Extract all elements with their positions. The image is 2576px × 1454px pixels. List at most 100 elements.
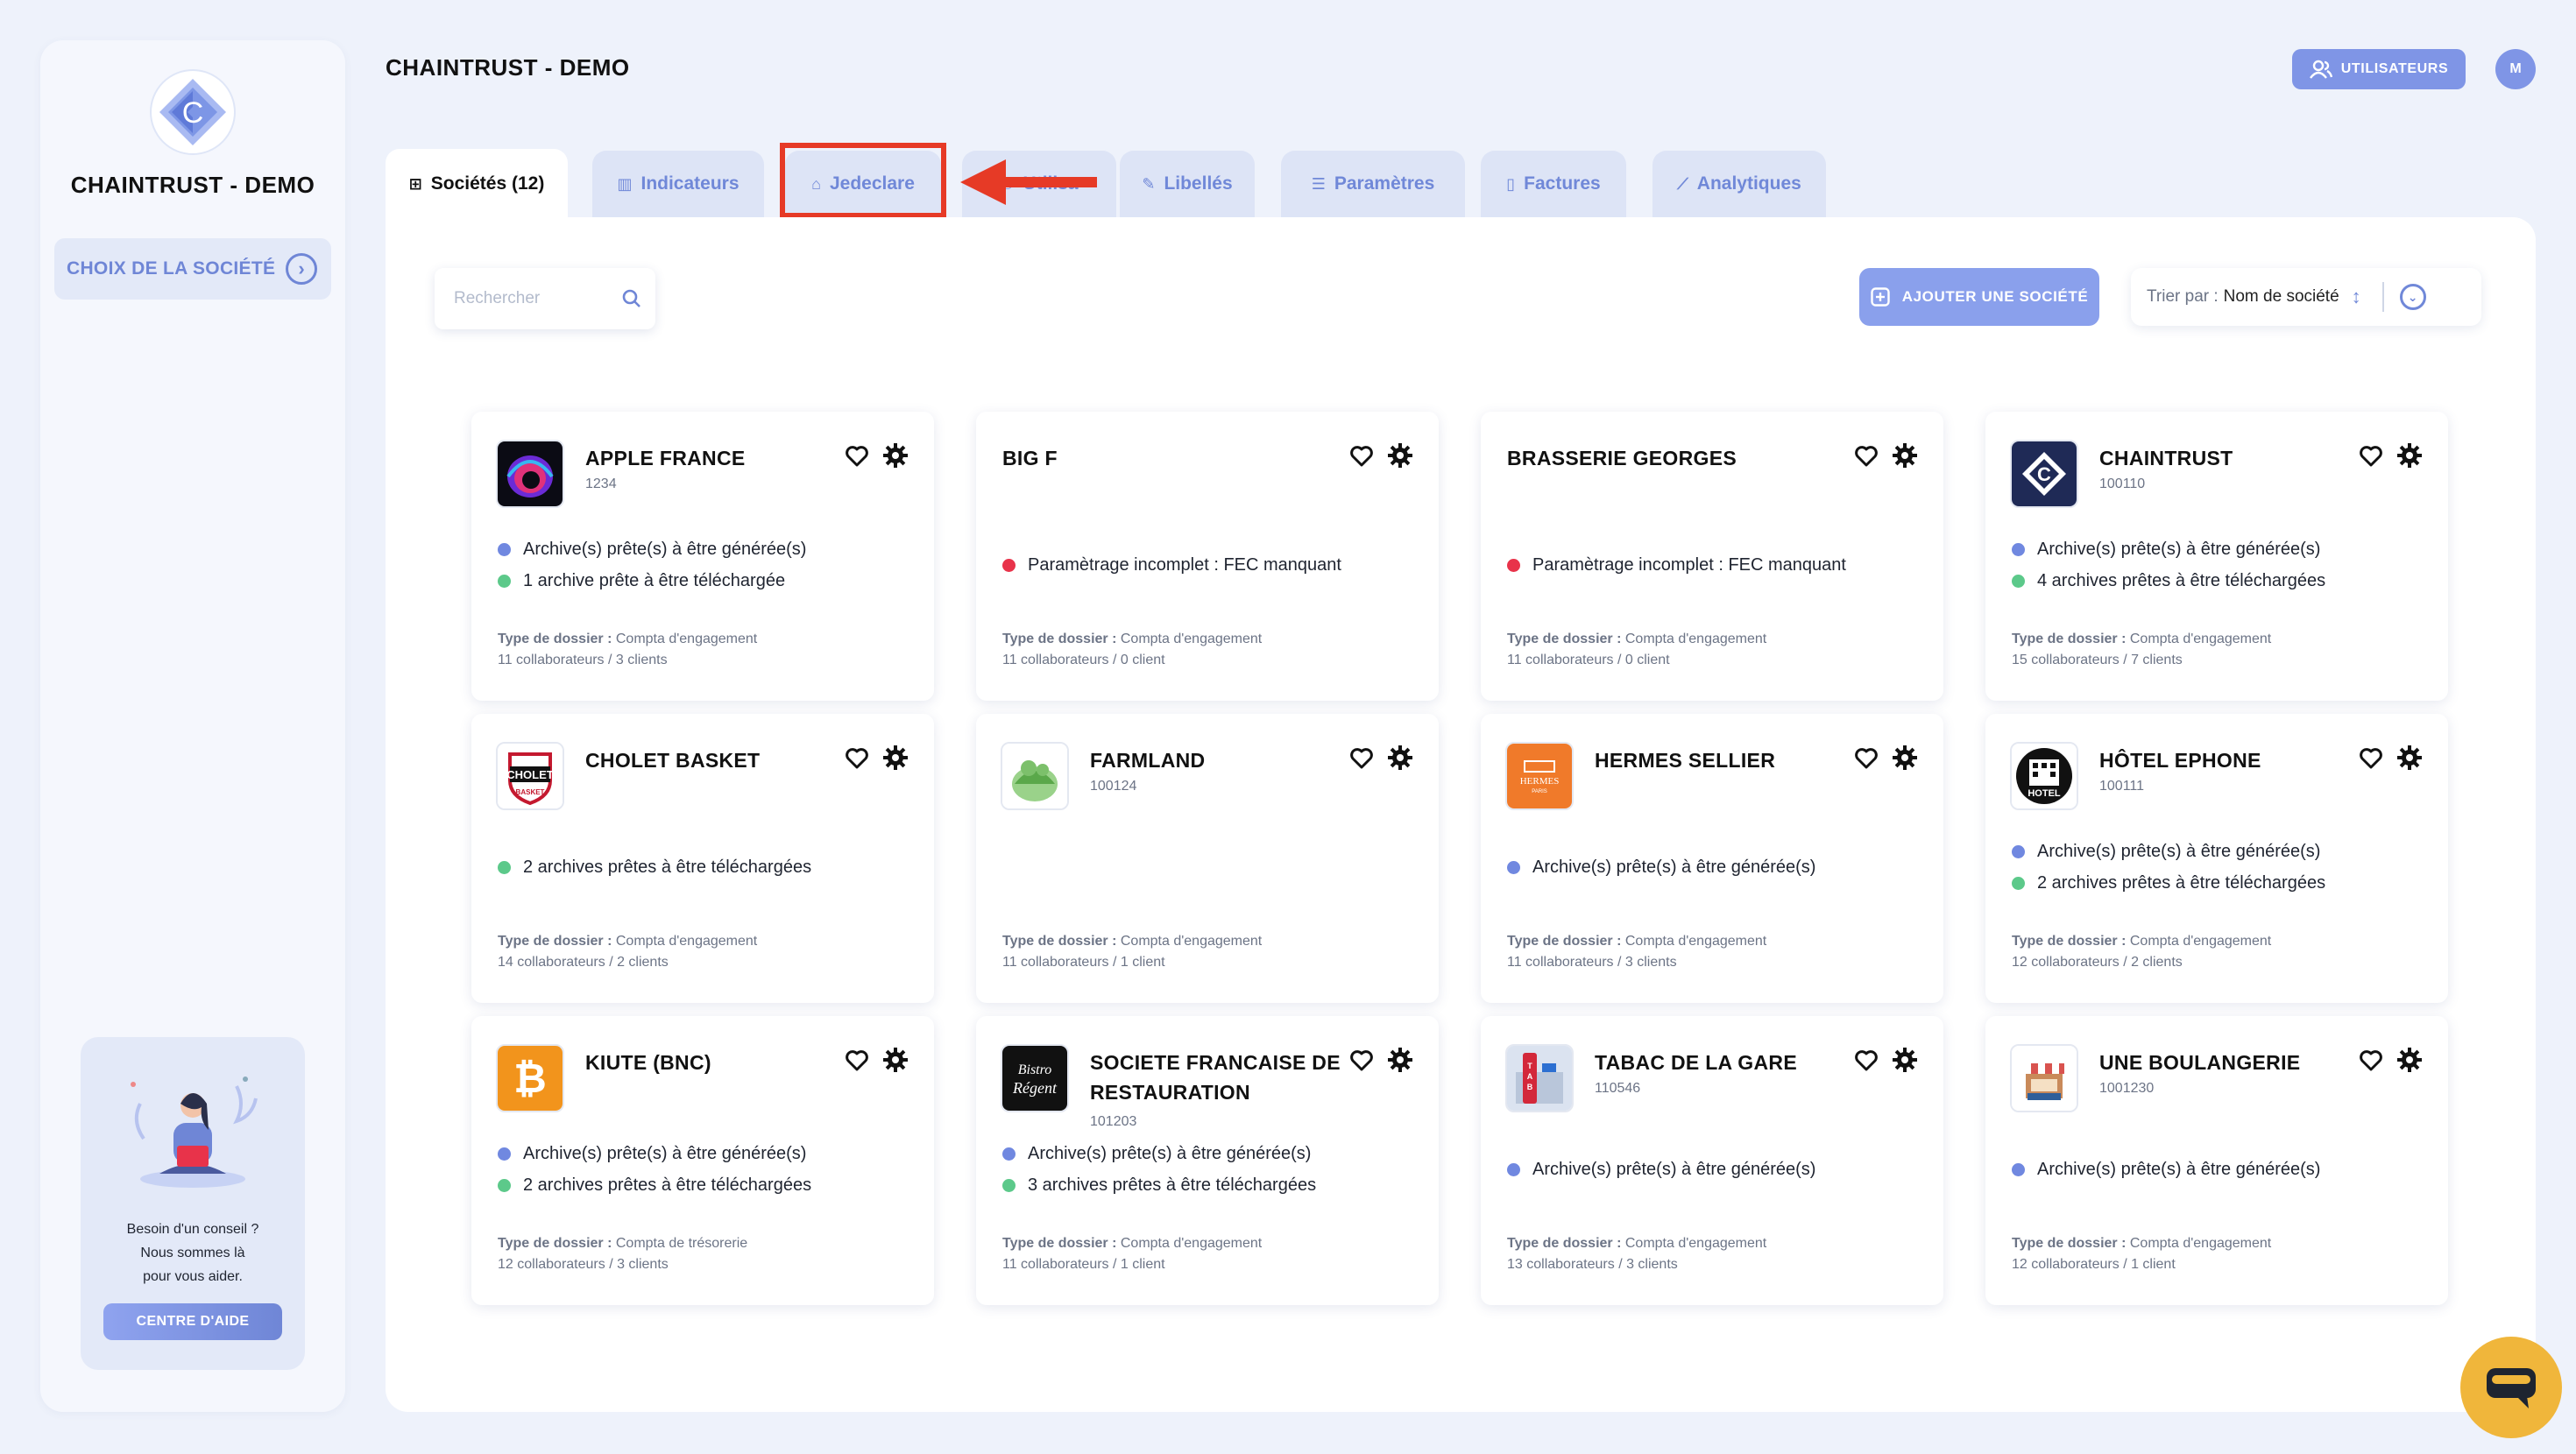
chevron-down-icon[interactable]: ⌄ bbox=[2399, 284, 2426, 310]
heart-icon[interactable] bbox=[1852, 744, 1880, 772]
tab-societes[interactable]: ⊞ Sociétés (12) bbox=[386, 149, 568, 219]
company-name: KIUTE (BNC) bbox=[585, 1051, 711, 1074]
company-logo-icon: TAB bbox=[1505, 1044, 1574, 1112]
sliders-icon: ☰ bbox=[1311, 174, 1326, 193]
heart-icon[interactable] bbox=[2357, 744, 2385, 772]
company-card[interactable]: ₿ KIUTE (BNC) Archive(s) prête(s) à être g… bbox=[471, 1016, 934, 1305]
status-line: 2 archives prêtes à être téléchargées bbox=[2012, 873, 2325, 893]
gear-icon[interactable] bbox=[1386, 441, 1414, 469]
help-line: Besoin d'un conseil ? bbox=[126, 1222, 259, 1237]
company-logo-icon bbox=[2010, 1044, 2078, 1112]
gear-icon[interactable] bbox=[1891, 744, 1919, 772]
company-card[interactable]: Bistro Régent SOCIETE FRANCAISE DE RESTAUR… bbox=[976, 1016, 1439, 1305]
tab-analytiques[interactable]: ⟋ Analytiques bbox=[1652, 151, 1826, 217]
status-dot bbox=[498, 575, 511, 588]
grid-icon: ⊞ bbox=[408, 174, 422, 193]
type-label: Type de dossier : bbox=[2012, 934, 2127, 949]
avatar[interactable]: M bbox=[2495, 49, 2536, 89]
company-team: 14 collaborateurs / 2 clients bbox=[498, 955, 669, 970]
search-input[interactable]: Rechercher bbox=[435, 268, 655, 329]
company-card[interactable]: FARMLAND 100124 Type de dossier : Compta … bbox=[976, 714, 1439, 1003]
heart-icon[interactable] bbox=[1852, 441, 1880, 469]
status-text: Paramètrage incomplet : FEC manquant bbox=[1532, 555, 1846, 575]
company-choice-button[interactable]: CHOIX DE LA SOCIÉTÉ › bbox=[54, 238, 331, 300]
company-type: Compta de trésorerie bbox=[615, 1236, 748, 1251]
sidebar: C CHAINTRUST - DEMO CHOIX DE LA SOCIÉTÉ … bbox=[40, 40, 345, 1412]
company-card[interactable]: C CHAINTRUST 100110 Archive(s) prête(s) à ê… bbox=[1985, 412, 2448, 701]
heart-icon[interactable] bbox=[1348, 1046, 1376, 1074]
status-line: 1 archive prête à être téléchargée bbox=[498, 571, 785, 591]
help-center-button[interactable]: CENTRE D'AIDE bbox=[103, 1303, 282, 1340]
heart-icon[interactable] bbox=[1348, 441, 1376, 469]
company-logo-icon: Bistro Régent bbox=[1001, 1044, 1069, 1112]
company-meta: Type de dossier : Compta d'engagement 11… bbox=[1507, 629, 1766, 671]
tab-parametres[interactable]: ☰ Paramètres bbox=[1281, 151, 1465, 217]
gear-icon[interactable] bbox=[2396, 441, 2424, 469]
gear-icon[interactable] bbox=[881, 441, 909, 469]
company-card[interactable]: BRASSERIE GEORGES Paramètrage incomplet :… bbox=[1481, 412, 1943, 701]
heart-icon[interactable] bbox=[843, 441, 871, 469]
gear-icon[interactable] bbox=[1386, 744, 1414, 772]
sort-select[interactable]: Trier par : Nom de société ↕ ⌄ bbox=[2131, 268, 2481, 326]
company-card[interactable]: APPLE FRANCE 1234 Archive(s) prête(s) à êt… bbox=[471, 412, 934, 701]
line-chart-icon: ⟋ bbox=[1677, 174, 1688, 193]
tab-label: Factures bbox=[1524, 173, 1601, 194]
page-title: CHAINTRUST - DEMO bbox=[386, 54, 630, 81]
gear-icon[interactable] bbox=[1386, 1046, 1414, 1074]
gear-icon[interactable] bbox=[1891, 441, 1919, 469]
company-team: 11 collaborateurs / 0 client bbox=[1507, 653, 1670, 667]
company-team: 11 collaborateurs / 3 clients bbox=[1507, 955, 1677, 970]
heart-icon[interactable] bbox=[843, 1046, 871, 1074]
gear-icon[interactable] bbox=[2396, 1046, 2424, 1074]
company-logo-icon: CHOLET BASKET bbox=[496, 742, 564, 810]
svg-text:BASKET: BASKET bbox=[516, 788, 545, 796]
gear-icon[interactable] bbox=[881, 1046, 909, 1074]
status-dot bbox=[1507, 861, 1520, 874]
company-code: 1234 bbox=[585, 476, 617, 491]
status-text: Archive(s) prête(s) à être générée(s) bbox=[2037, 540, 2321, 559]
company-name: APPLE FRANCE bbox=[585, 447, 746, 469]
status-text: 3 archives prêtes à être téléchargées bbox=[1028, 1175, 1317, 1195]
heart-icon[interactable] bbox=[2357, 441, 2385, 469]
company-logo-icon: HOTEL bbox=[2010, 742, 2078, 810]
gear-icon[interactable] bbox=[881, 744, 909, 772]
status-text: Archive(s) prête(s) à être générée(s) bbox=[1532, 1160, 1816, 1179]
gear-icon[interactable] bbox=[2396, 744, 2424, 772]
company-card[interactable]: BIG F Paramètrage incomplet : FEC manquan… bbox=[976, 412, 1439, 701]
tab-factures[interactable]: ▯ Factures bbox=[1481, 151, 1626, 217]
users-button[interactable]: UTILISATEURS bbox=[2292, 49, 2466, 89]
add-company-button[interactable]: AJOUTER UNE SOCIÉTÉ bbox=[1859, 268, 2099, 326]
company-card[interactable]: CHOLET BASKET CHOLET BASKET 2 archives prêt… bbox=[471, 714, 934, 1003]
company-meta: Type de dossier : Compta d'engagement 11… bbox=[1002, 931, 1262, 973]
company-type: Compta d'engagement bbox=[1624, 1236, 1767, 1251]
company-logo-icon bbox=[496, 440, 564, 508]
heart-icon[interactable] bbox=[843, 744, 871, 772]
status-line: 4 archives prêtes à être téléchargées bbox=[2012, 571, 2325, 591]
company-name: TABAC DE LA GARE bbox=[1595, 1051, 1797, 1074]
type-label: Type de dossier : bbox=[1002, 934, 1117, 949]
gear-icon[interactable] bbox=[1891, 1046, 1919, 1074]
svg-text:T: T bbox=[1527, 1062, 1532, 1070]
tab-indicateurs[interactable]: ▥ Indicateurs bbox=[592, 151, 764, 217]
bar-chart-icon: ▥ bbox=[617, 174, 633, 193]
help-card: Besoin d'un conseil ? Nous sommes là pou… bbox=[81, 1037, 305, 1370]
heart-icon[interactable] bbox=[2357, 1046, 2385, 1074]
tab-libelles[interactable]: ✎ Libellés bbox=[1120, 151, 1255, 217]
heart-icon[interactable] bbox=[1348, 744, 1376, 772]
company-team: 12 collaborateurs / 2 clients bbox=[2012, 955, 2183, 970]
chat-button[interactable] bbox=[2460, 1337, 2562, 1438]
company-code: 1001230 bbox=[2099, 1081, 2155, 1096]
sort-az-icon[interactable]: ↕ bbox=[2352, 286, 2361, 308]
company-card[interactable]: HERMES PARIS HERMES SELLIER Archive(s) prêt… bbox=[1481, 714, 1943, 1003]
status-dot bbox=[2012, 575, 2025, 588]
company-card[interactable]: UNE BOULANGERIE 1001230 Archive(s) prête(s… bbox=[1985, 1016, 2448, 1305]
heart-icon[interactable] bbox=[1852, 1046, 1880, 1074]
status-text: Archive(s) prête(s) à être générée(s) bbox=[523, 1144, 807, 1163]
company-card[interactable]: T A B TABAC DE LA GARE 110546 Archive(s) prêt… bbox=[1481, 1016, 1943, 1305]
company-card[interactable]: HOTEL HÔTEL EPHONE 100111 Archive(s) prête(… bbox=[1985, 714, 2448, 1003]
sort-divider bbox=[2381, 282, 2384, 312]
status-line: 2 archives prêtes à être téléchargées bbox=[498, 1175, 811, 1196]
company-type: Compta d'engagement bbox=[1120, 632, 1263, 646]
company-name: UNE BOULANGERIE bbox=[2099, 1051, 2301, 1074]
svg-text:C: C bbox=[182, 96, 204, 130]
